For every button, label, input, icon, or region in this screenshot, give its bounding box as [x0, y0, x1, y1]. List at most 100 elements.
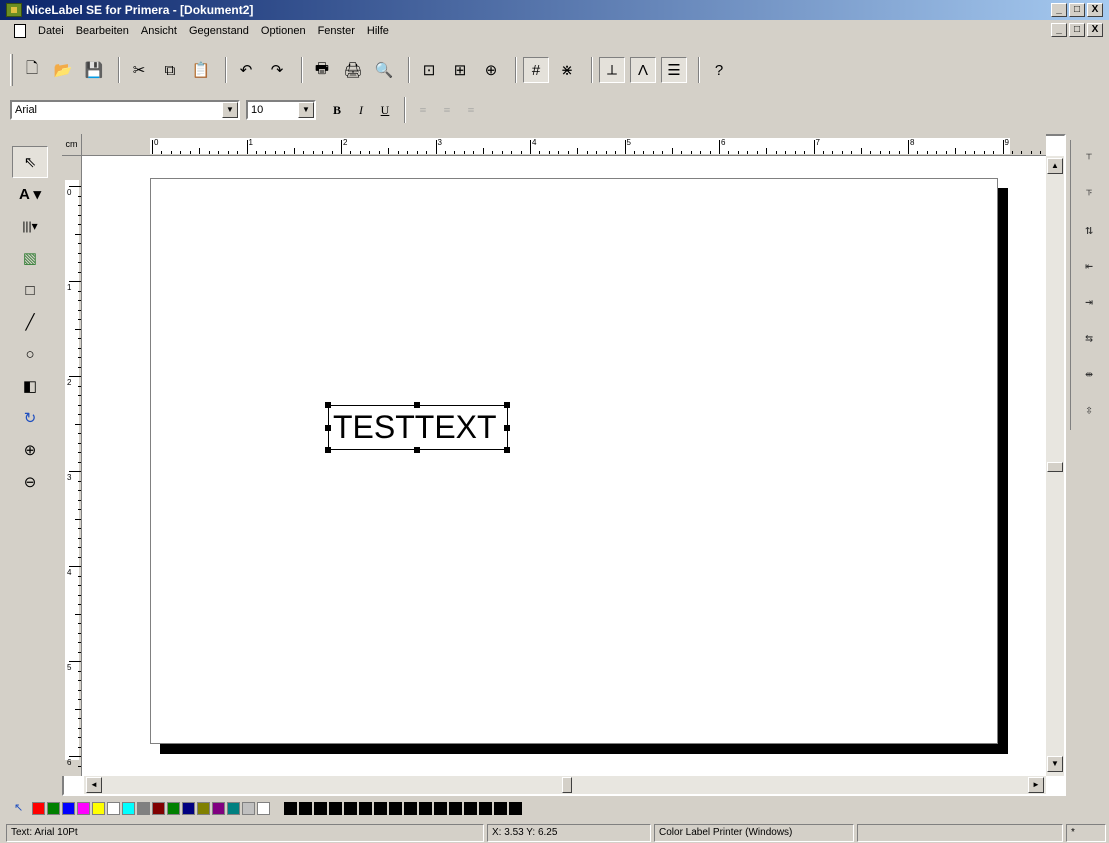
vertical-scroll-thumb[interactable]: [1047, 462, 1063, 472]
menu-optionen[interactable]: Optionen: [255, 25, 312, 37]
print-setup-icon[interactable]: 🖨: [340, 57, 366, 83]
resize-handle-n[interactable]: [414, 402, 420, 408]
scroll-left-button[interactable]: ◄: [86, 777, 102, 793]
ellipse-tool-icon[interactable]: ○: [12, 338, 48, 370]
scroll-down-button[interactable]: ▼: [1047, 756, 1063, 772]
custom-color-swatch[interactable]: [344, 801, 357, 815]
custom-color-swatch[interactable]: [449, 801, 462, 815]
resize-handle-e[interactable]: [504, 425, 510, 431]
inverse-tool-icon[interactable]: ◧: [12, 370, 48, 402]
paste-icon[interactable]: 📋: [188, 57, 214, 83]
ruler-unit[interactable]: cm: [62, 134, 82, 156]
doc-close-button[interactable]: X: [1087, 23, 1103, 37]
custom-color-swatch[interactable]: [284, 801, 297, 815]
cut-icon[interactable]: ✂: [126, 57, 152, 83]
space-horizontal-icon[interactable]: ⇹: [1071, 356, 1107, 392]
align-bottom-icon[interactable]: ⸇: [1071, 176, 1107, 212]
custom-color-swatch[interactable]: [434, 801, 447, 815]
resize-handle-s[interactable]: [414, 447, 420, 453]
undo-icon[interactable]: ↶: [233, 57, 259, 83]
scroll-right-button[interactable]: ►: [1028, 777, 1044, 793]
custom-color-swatch[interactable]: [374, 801, 387, 815]
horizontal-scrollbar[interactable]: ◄ ►: [84, 776, 1046, 794]
restore-button[interactable]: □: [1069, 3, 1085, 17]
line-tool-icon[interactable]: ╱: [12, 306, 48, 338]
custom-color-swatch[interactable]: [389, 801, 402, 815]
align-top-icon[interactable]: ⸆: [1071, 140, 1107, 176]
bold-button[interactable]: B: [326, 99, 348, 121]
chevron-down-icon[interactable]: ▼: [298, 102, 314, 118]
color-swatch[interactable]: [197, 801, 210, 815]
custom-color-swatch[interactable]: [314, 801, 327, 815]
rectangle-tool-icon[interactable]: □: [12, 274, 48, 306]
underline-button[interactable]: U: [374, 99, 396, 121]
menu-bearbeiten[interactable]: Bearbeiten: [70, 25, 135, 37]
toolbar-grip[interactable]: [10, 54, 13, 86]
align-left-text-button[interactable]: ≡: [412, 99, 434, 121]
vertical-scrollbar[interactable]: ▲ ▼: [1046, 156, 1064, 776]
color-swatch[interactable]: [92, 801, 105, 815]
redo-icon[interactable]: ↷: [264, 57, 290, 83]
custom-color-swatch[interactable]: [494, 801, 507, 815]
color-swatch[interactable]: [167, 801, 180, 815]
custom-color-swatch[interactable]: [299, 801, 312, 815]
color-swatch[interactable]: [137, 801, 150, 815]
align-center-text-button[interactable]: ≡: [436, 99, 458, 121]
color-swatch[interactable]: [107, 801, 120, 815]
resize-handle-sw[interactable]: [325, 447, 331, 453]
menu-hilfe[interactable]: Hilfe: [361, 25, 395, 37]
chevron-down-icon[interactable]: ▼: [222, 102, 238, 118]
color-swatch[interactable]: [47, 801, 60, 815]
minimize-button[interactable]: _: [1051, 3, 1067, 17]
color-swatch[interactable]: [257, 801, 270, 815]
color-swatch[interactable]: [62, 801, 75, 815]
align-icon[interactable]: ⟂: [599, 57, 625, 83]
color-swatch[interactable]: [122, 801, 135, 815]
menu-fenster[interactable]: Fenster: [312, 25, 361, 37]
custom-color-swatch[interactable]: [479, 801, 492, 815]
font-name-combo[interactable]: Arial ▼: [10, 100, 240, 120]
zoom-window-icon[interactable]: ⊞: [447, 57, 473, 83]
space-vertical-icon[interactable]: ⇳: [1071, 392, 1107, 428]
zoom-icon[interactable]: ⊕: [478, 57, 504, 83]
resize-handle-ne[interactable]: [504, 402, 510, 408]
new-icon[interactable]: 🗋: [19, 57, 45, 83]
custom-color-swatch[interactable]: [464, 801, 477, 815]
menu-datei[interactable]: Datei: [32, 25, 70, 37]
color-swatch[interactable]: [182, 801, 195, 815]
label-page[interactable]: [150, 178, 998, 744]
doc-restore-button[interactable]: □: [1069, 23, 1085, 37]
grid-icon[interactable]: #: [523, 57, 549, 83]
resize-handle-nw[interactable]: [325, 402, 331, 408]
menu-ansicht[interactable]: Ansicht: [135, 25, 183, 37]
custom-color-swatch[interactable]: [359, 801, 372, 815]
custom-color-swatch[interactable]: [419, 801, 432, 815]
close-button[interactable]: X: [1087, 3, 1103, 17]
color-swatch[interactable]: [32, 801, 45, 815]
pointer-color-icon[interactable]: ↖: [14, 801, 28, 815]
color-swatch[interactable]: [227, 801, 240, 815]
font-size-combo[interactable]: 10 ▼: [246, 100, 316, 120]
save-icon[interactable]: 💾: [81, 57, 107, 83]
doc-minimize-button[interactable]: _: [1051, 23, 1067, 37]
horizontal-scroll-thumb[interactable]: [562, 777, 572, 793]
select-arrow-icon[interactable]: ⇖: [12, 146, 48, 178]
align-right-text-button[interactable]: ≡: [460, 99, 482, 121]
zoom-out-icon[interactable]: ⊖: [12, 466, 48, 498]
menu-gegenstand[interactable]: Gegenstand: [183, 25, 255, 37]
align-left-icon[interactable]: ⇤: [1071, 248, 1107, 284]
snap-icon[interactable]: ⋇: [554, 57, 580, 83]
center-horizontal-icon[interactable]: ⇆: [1071, 320, 1107, 356]
print-icon[interactable]: 🖶: [309, 57, 335, 83]
scroll-up-button[interactable]: ▲: [1047, 158, 1063, 174]
custom-color-swatch[interactable]: [329, 801, 342, 815]
rotate-tool-icon[interactable]: ↻: [12, 402, 48, 434]
help-icon[interactable]: ?: [706, 57, 732, 83]
database-icon[interactable]: ☰: [661, 57, 687, 83]
zoom-to-label-icon[interactable]: ⊡: [416, 57, 442, 83]
color-swatch[interactable]: [77, 801, 90, 815]
text-tool-icon[interactable]: A ▾: [12, 178, 48, 210]
open-icon[interactable]: 📂: [50, 57, 76, 83]
variables-icon[interactable]: Ʌ: [630, 57, 656, 83]
print-preview-icon[interactable]: 🔍: [371, 57, 397, 83]
